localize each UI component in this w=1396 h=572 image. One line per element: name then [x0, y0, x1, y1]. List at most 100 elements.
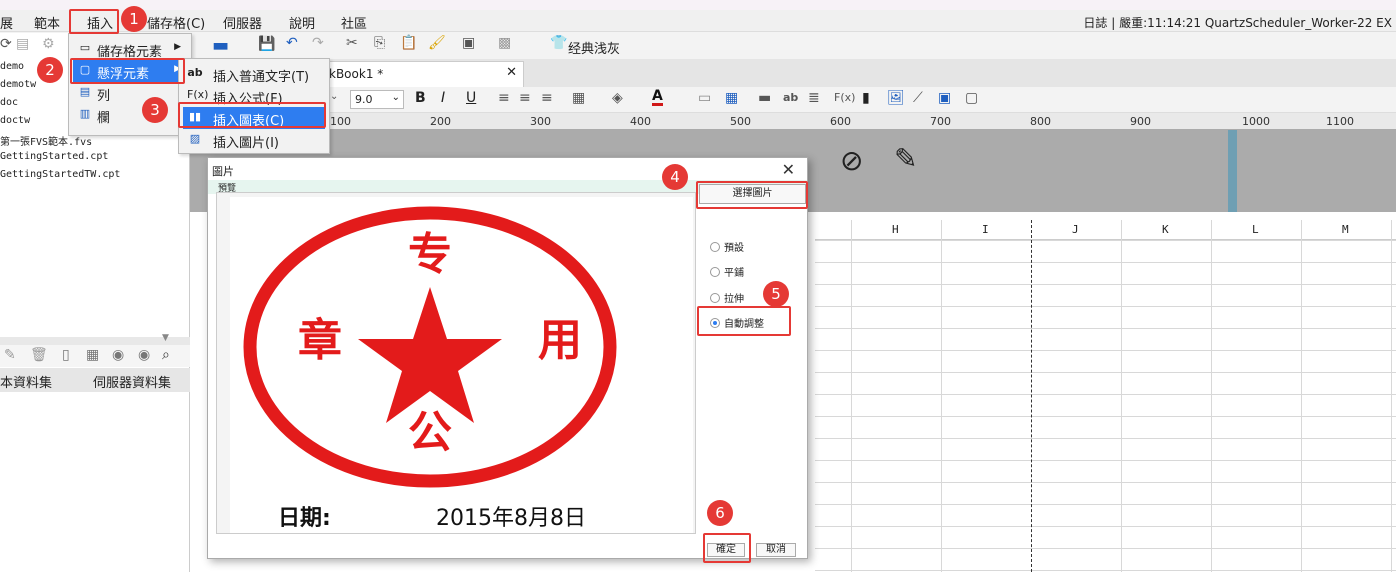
italic-icon[interactable]: I — [441, 90, 445, 106]
ruler-tick: 900 — [1130, 115, 1151, 128]
panel-divider[interactable]: ▼ — [0, 333, 190, 345]
search-icon[interactable]: ⌕ — [162, 347, 170, 363]
dataset-tabs: 本資料集 伺服器資料集 — [0, 368, 190, 392]
menu-template[interactable]: 範本 — [34, 13, 60, 32]
cell-element-icon: ▭ — [79, 41, 91, 54]
menu-community[interactable]: 社區 — [341, 13, 367, 32]
file-item[interactable]: GettingStartedTW.cpt — [0, 169, 120, 180]
grid-row-line — [815, 394, 1396, 395]
pencil-icon[interactable]: ✎ — [894, 142, 917, 175]
grid-col-line — [941, 220, 942, 572]
preview-image: 专 章 用 公 日期: 2015年8月8日 — [230, 197, 693, 533]
tab-workbook[interactable]: kBook1 * ✕ — [328, 61, 524, 87]
slash-icon[interactable]: ⟋ — [913, 90, 923, 106]
column-i[interactable]: I — [982, 223, 989, 236]
paragraph-icon[interactable]: ≣ — [808, 90, 820, 106]
fill-color-icon[interactable]: ◈ — [612, 90, 623, 106]
preview-icon[interactable]: ▯ — [62, 347, 70, 363]
font-color-icon[interactable]: A — [652, 89, 663, 106]
column-l[interactable]: L — [1252, 223, 1259, 236]
align-right-icon[interactable]: ≡ — [541, 90, 553, 106]
text-icon[interactable]: ab — [783, 91, 798, 104]
save-icon[interactable]: 💾 — [258, 36, 275, 52]
collapse-icon[interactable]: ▼ — [162, 333, 169, 343]
column-m[interactable]: M — [1342, 223, 1349, 236]
file-item[interactable]: demo — [0, 61, 24, 72]
menu-item-cell-element[interactable]: ▭ 儲存格元素 ▶ — [73, 38, 187, 60]
cut-icon[interactable]: ✂ — [346, 35, 358, 51]
search-report-icon[interactable]: ▩ — [498, 35, 511, 51]
chevron-down-icon[interactable]: ⌄ — [330, 91, 338, 102]
grid-col-line — [1211, 220, 1212, 572]
align-center-icon[interactable]: ≡ — [519, 90, 531, 106]
picture-icon[interactable]: 🖼 — [887, 90, 905, 106]
option-label: 拉伸 — [724, 294, 744, 305]
settings-icon[interactable]: ⚙ — [42, 36, 55, 52]
grid-col-line — [1391, 220, 1392, 572]
font-size-value: 9.0 — [355, 93, 373, 106]
hidden-eye-icon[interactable]: ⊘ — [840, 144, 863, 177]
paste-icon[interactable]: 📋 — [400, 35, 417, 51]
new-icon[interactable]: ▬ — [212, 35, 229, 56]
format-brush-icon[interactable]: 🖌 — [428, 35, 446, 51]
sql-icon[interactable]: ▦ — [86, 347, 99, 363]
database2-icon[interactable]: ◉ — [138, 347, 150, 363]
highlight-float-element — [70, 58, 185, 84]
redo-icon[interactable]: ↷ — [312, 35, 324, 51]
menu-item-insert-text[interactable]: ab 插入普通文字(T) — [183, 63, 325, 85]
menu-partial[interactable]: 展 — [0, 13, 13, 32]
option-tile[interactable]: 平鋪 — [710, 264, 744, 279]
edit-icon[interactable]: ✎ — [4, 347, 16, 363]
underline-icon[interactable]: U — [466, 90, 476, 106]
menu-item-column[interactable]: ▥ 欄 — [73, 104, 187, 126]
menu-help[interactable]: 說明 — [289, 13, 315, 32]
theme-label[interactable]: 经典浅灰 — [568, 38, 620, 57]
file-item[interactable]: GettingStarted.cpt — [0, 151, 108, 162]
merge-icon[interactable]: ▭ — [698, 90, 711, 106]
column-j[interactable]: J — [1072, 223, 1079, 236]
ruler: 100 200 300 400 500 600 700 800 900 1000… — [190, 113, 1396, 130]
refresh-icon[interactable]: ⟳ — [0, 36, 12, 52]
subreport-icon[interactable]: ▣ — [938, 90, 951, 106]
grid-row-line — [815, 240, 1396, 241]
border-icon[interactable]: ▦ — [572, 90, 585, 106]
tab-server-dataset[interactable]: 伺服器資料集 — [93, 372, 171, 391]
file-item[interactable]: demotw — [0, 79, 36, 90]
frame-icon[interactable]: ▢ — [965, 90, 978, 106]
ruler-tick: 700 — [930, 115, 951, 128]
menu-item-label: 插入圖片(I) — [213, 136, 279, 151]
grid-col-line — [1121, 220, 1122, 572]
template-icon[interactable]: ▤ — [16, 36, 29, 52]
file-item[interactable]: doc — [0, 97, 18, 108]
chart-icon[interactable]: ▮ — [862, 90, 870, 106]
table-icon[interactable]: ▦ — [725, 90, 738, 106]
grid-row-line — [815, 328, 1396, 329]
database-icon[interactable]: ◉ — [112, 347, 124, 363]
theme-icon[interactable]: 👕 — [550, 35, 567, 51]
undo-icon[interactable]: ↶ — [286, 35, 298, 51]
column-h[interactable]: H — [892, 223, 899, 236]
grid-row-line — [815, 284, 1396, 285]
file-item[interactable]: doctw — [0, 115, 30, 126]
bold-icon[interactable]: B — [415, 90, 426, 106]
copy-icon[interactable]: ⎘ — [374, 35, 385, 51]
close-icon[interactable]: ✕ — [782, 160, 795, 179]
align-left-icon[interactable]: ≡ — [498, 90, 510, 106]
cancel-button[interactable]: 取消 — [756, 543, 796, 557]
menu-server[interactable]: 伺服器 — [223, 13, 262, 32]
menu-item-row[interactable]: ▤ 列 — [73, 82, 187, 104]
preview-label: 預覽 — [218, 184, 237, 194]
close-icon[interactable]: ✕ — [506, 65, 517, 80]
column-icon: ▥ — [79, 107, 91, 120]
font-size-select[interactable]: 9.0 ⌄ — [350, 90, 404, 109]
menu-cell[interactable]: 儲存格(C) — [147, 13, 205, 32]
preview-report-icon[interactable]: ▣ — [462, 35, 475, 51]
menu-item-insert-image[interactable]: ▨ 插入圖片(I) — [183, 129, 325, 151]
column-k[interactable]: K — [1162, 223, 1169, 236]
option-stretch[interactable]: 拉伸 — [710, 290, 744, 305]
tab-template-dataset[interactable]: 本資料集 — [0, 372, 52, 391]
delete-icon[interactable]: 🗑 — [30, 347, 48, 363]
insert-row-icon[interactable]: ▬ — [758, 90, 771, 106]
option-default[interactable]: 預設 — [710, 239, 744, 254]
formula-icon[interactable]: F(x) — [834, 91, 855, 104]
